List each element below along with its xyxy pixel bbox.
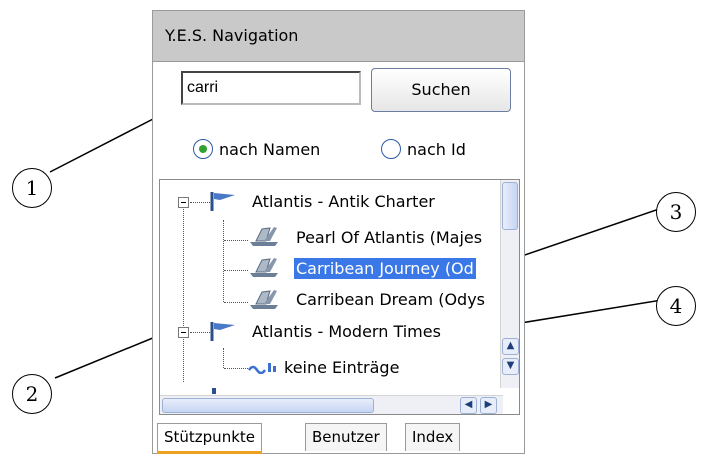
scroll-left-icon[interactable]: ◀ xyxy=(460,397,477,414)
navigation-panel: Y.E.S. Navigation Suchen nach Namen nach… xyxy=(152,10,525,454)
search-button[interactable]: Suchen xyxy=(371,68,511,112)
collapse-toggle[interactable] xyxy=(178,327,189,338)
ship-icon xyxy=(250,227,278,246)
tree-node-label-selected[interactable]: Carribean Journey (Od xyxy=(294,258,476,279)
radio-by-id-label: nach Id xyxy=(407,139,466,159)
search-input[interactable] xyxy=(181,71,361,105)
radio-unselected-icon xyxy=(381,139,401,159)
horizontal-scroll-thumb[interactable] xyxy=(162,398,374,413)
ship-icon xyxy=(250,258,278,277)
scroll-up-icon[interactable]: ▲ xyxy=(502,338,519,355)
radio-selected-icon xyxy=(193,139,213,159)
flag-icon xyxy=(210,322,235,341)
vertical-scrollbar[interactable]: ▲ ▼ xyxy=(500,180,519,388)
tab-benutzer[interactable]: Benutzer xyxy=(305,423,387,451)
tab-bar: Stützpunkte Benutzer Index xyxy=(153,421,524,454)
ship-icon xyxy=(250,290,278,309)
tree-guide xyxy=(224,368,248,369)
horizontal-scrollbar[interactable]: ◀ ▶ xyxy=(160,395,503,414)
vertical-scroll-thumb[interactable] xyxy=(502,182,518,230)
callout-2: 2 xyxy=(12,374,52,414)
tree-node-label[interactable]: Atlantis - Antik Charter xyxy=(252,192,435,211)
tree-node-label[interactable]: Pearl Of Atlantis (Majes xyxy=(296,228,482,247)
tree-guide xyxy=(224,302,248,303)
tree-node-label[interactable]: Carribean Dream (Odys xyxy=(296,290,485,309)
flag-icon xyxy=(210,192,235,211)
radio-by-name[interactable]: nach Namen xyxy=(193,135,320,163)
panel-title: Y.E.S. Navigation xyxy=(165,26,299,45)
panel-header: Y.E.S. Navigation xyxy=(153,11,524,62)
callout-3: 3 xyxy=(656,192,696,232)
scroll-right-icon[interactable]: ▶ xyxy=(480,397,497,414)
wave-icon xyxy=(248,363,276,374)
tree-guide xyxy=(190,202,210,203)
tab-index[interactable]: Index xyxy=(405,423,461,451)
tree-guide xyxy=(223,220,224,302)
scroll-down-icon[interactable]: ▼ xyxy=(502,358,519,375)
callout-1: 1 xyxy=(12,168,52,208)
flag-icon xyxy=(212,388,216,394)
radio-by-id[interactable]: nach Id xyxy=(381,135,466,163)
tree-guide xyxy=(224,240,248,241)
callout-4: 4 xyxy=(656,286,696,326)
collapse-toggle[interactable] xyxy=(178,197,189,208)
tree-node-label: keine Einträge xyxy=(284,358,400,377)
tab-stuetzpunkte[interactable]: Stützpunkte xyxy=(157,423,262,454)
tree-guide xyxy=(224,270,248,271)
tree-guide xyxy=(190,332,210,333)
tree-guide xyxy=(183,202,184,382)
tree-node-label[interactable]: Atlantis - Modern Times xyxy=(252,322,441,341)
radio-by-name-label: nach Namen xyxy=(219,139,321,159)
tree-guide xyxy=(223,348,224,368)
tree-view[interactable]: Atlantis - Antik Charter Pearl Of Atlant… xyxy=(159,179,520,415)
